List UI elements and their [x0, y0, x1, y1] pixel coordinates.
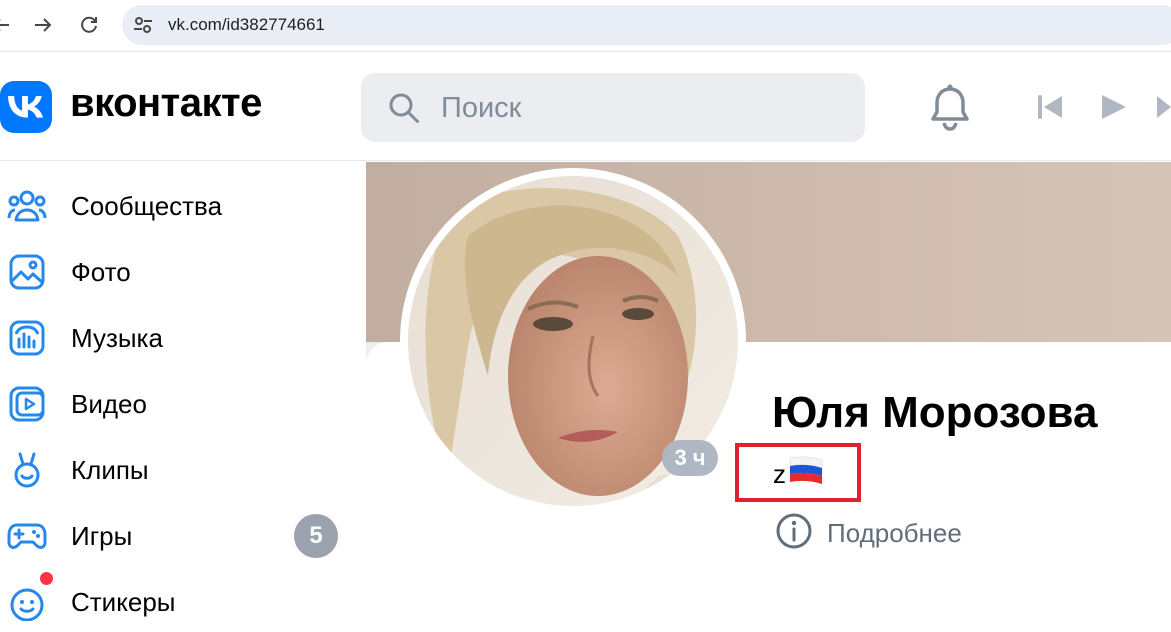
sidebar-item-label: Клипы	[71, 454, 149, 485]
profile-name: Юля Морозова	[772, 388, 1098, 437]
search-input[interactable]	[441, 90, 821, 126]
online-time-badge: 3 ч	[662, 440, 718, 476]
sidebar-item-label: Видео	[71, 388, 147, 419]
games-icon	[6, 515, 48, 557]
sidebar-item-games[interactable]: Игры 5	[0, 506, 350, 566]
highlight-annotation-box	[735, 443, 861, 502]
sidebar-item-label: Стикеры	[71, 586, 176, 617]
sidebar-item-label: Фото	[71, 256, 131, 287]
skip-previous-icon[interactable]	[1036, 93, 1064, 126]
profile-main	[366, 162, 1171, 612]
sidebar-item-label: Игры	[71, 520, 133, 551]
photo-icon	[6, 251, 48, 293]
bell-icon[interactable]	[927, 83, 973, 131]
sidebar-item-video[interactable]: Видео	[0, 374, 350, 434]
sidebar-item-clips[interactable]: Клипы	[0, 440, 350, 500]
info-icon	[775, 512, 813, 555]
search-icon	[387, 91, 421, 125]
communities-icon	[6, 185, 48, 227]
site-settings-icon[interactable]	[132, 14, 154, 36]
clips-icon	[6, 449, 48, 491]
stickers-icon	[6, 581, 48, 623]
sidebar-item-label: Музыка	[71, 322, 163, 353]
more-info-label: Подробнее	[827, 517, 962, 548]
skip-next-icon[interactable]	[1157, 93, 1171, 126]
address-bar[interactable]: vk.com/id382774661	[122, 5, 1171, 45]
more-info-link[interactable]: Подробнее	[775, 513, 962, 553]
reload-icon[interactable]	[72, 8, 106, 42]
music-icon	[6, 317, 48, 359]
vk-header: вконтакте	[0, 53, 1171, 161]
sidebar-item-communities[interactable]: Сообщества	[0, 176, 350, 236]
search-box[interactable]	[361, 73, 865, 142]
games-counter-badge: 5	[294, 514, 338, 558]
back-arrow-icon[interactable]	[0, 8, 18, 42]
forward-arrow-icon[interactable]	[26, 8, 60, 42]
notification-dot	[40, 572, 53, 585]
url-text: vk.com/id382774661	[168, 15, 325, 34]
sidebar-item-music[interactable]: Музыка	[0, 308, 350, 368]
play-icon[interactable]	[1100, 93, 1128, 126]
left-sidebar: Сообщества Фото Музыка Видео Клипы Игры …	[0, 162, 366, 621]
browser-toolbar: vk.com/id382774661	[0, 0, 1171, 52]
sidebar-item-photo[interactable]: Фото	[0, 242, 350, 302]
vk-wordmark[interactable]: вконтакте	[70, 81, 262, 126]
video-icon	[6, 383, 48, 425]
vk-logo-icon[interactable]	[0, 81, 52, 133]
sidebar-item-label: Сообщества	[71, 190, 223, 221]
